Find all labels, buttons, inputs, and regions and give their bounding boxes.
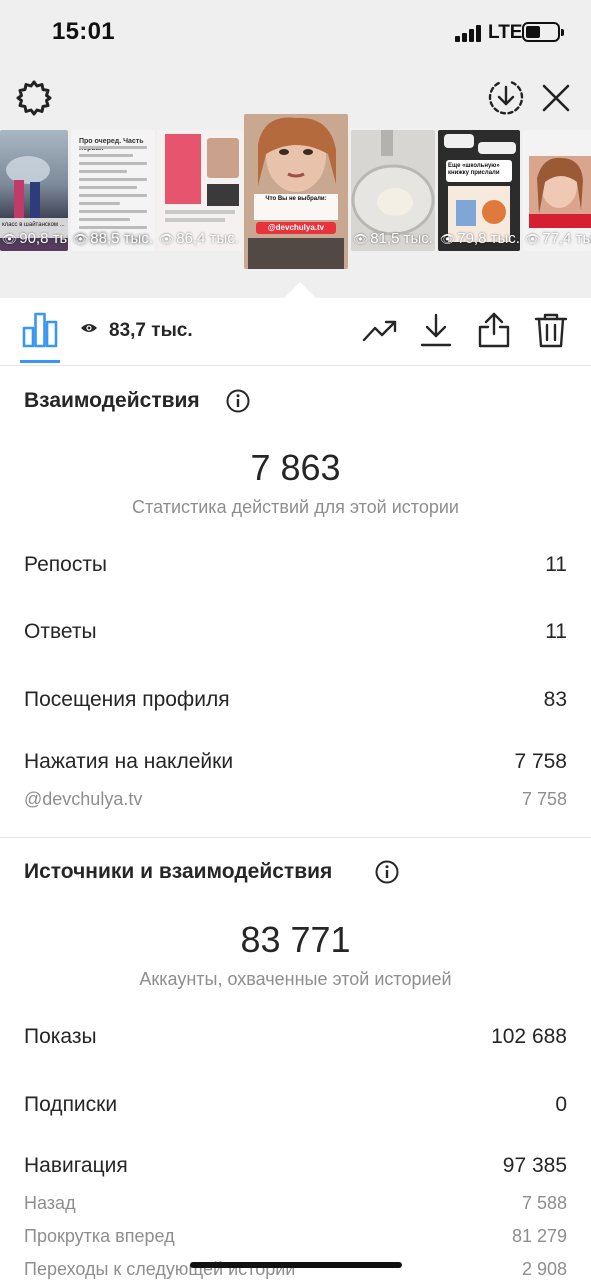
download-button[interactable]	[418, 312, 454, 348]
story-carousel-area: 15:01 LTE класс в шайтанском ... 👁 90,8 …	[0, 0, 591, 298]
stat-label: Навигация	[24, 1154, 128, 1177]
story-thumbnail[interactable]: 👁 81,5 тыс.	[351, 130, 435, 251]
story-thumbnail[interactable]: класс в шайтанском ... 👁90,8 тыс.	[0, 130, 68, 251]
view-count: 83,7 тыс.	[109, 320, 193, 341]
stat-row-replies: Ответы 11	[24, 620, 567, 650]
section-divider	[0, 837, 591, 838]
stat-label: Назад	[24, 1193, 76, 1213]
gear-icon	[16, 80, 52, 116]
home-indicator[interactable]	[190, 1262, 402, 1268]
stat-row-profile-visits: Посещения профиля 83	[24, 688, 567, 718]
info-icon[interactable]	[375, 860, 399, 884]
stat-value: 2 908	[521, 1259, 567, 1279]
reach-total: 83 771	[240, 919, 351, 960]
thumbnail-caption: класс в шайтанском ...	[2, 222, 65, 228]
stat-row-follows: Подписки 0	[24, 1093, 567, 1123]
settings-button[interactable]	[14, 78, 54, 118]
signal-icon	[455, 24, 483, 42]
bar-chart-icon	[22, 312, 58, 348]
stat-row-impressions: Показы 102 688	[24, 1025, 567, 1055]
stat-label: Нажатия на наклейки	[24, 750, 234, 773]
stat-value: 7 588	[521, 1193, 567, 1213]
story-thumbnail[interactable]: 👁 86,4 тыс.	[157, 130, 242, 251]
stat-label: Посещения профиля	[24, 688, 230, 711]
stat-label: Прокрутка вперед	[24, 1226, 175, 1246]
stat-value: 11	[545, 553, 567, 576]
thumbnail-views: 👁 79,8 тыс.	[440, 230, 520, 247]
trending-up-icon	[362, 320, 397, 342]
stat-label: @devchulya.tv	[24, 789, 143, 809]
thumbnail-caption: Еще «школьную» книжку прислали	[448, 163, 500, 176]
stat-value: 0	[555, 1093, 567, 1116]
thumbnail-views: 👁77,4 тыс.	[525, 230, 591, 247]
delete-button[interactable]	[533, 312, 569, 348]
stat-row-sticker-taps: Нажатия на наклейки 7 758	[24, 750, 567, 780]
thumbnail-views: 👁90,8 тыс.	[2, 230, 68, 247]
reach-caption: Аккаунты, охваченные этой историей	[139, 969, 452, 989]
stat-value: 81 279	[511, 1226, 567, 1246]
close-button[interactable]	[538, 80, 574, 116]
story-image	[244, 114, 348, 269]
story-thumbnail[interactable]: 👁77,4 тыс.	[523, 130, 591, 251]
eye-icon	[81, 324, 97, 332]
stat-value: 7 758	[521, 789, 567, 809]
interactions-caption: Статистика действий для этой истории	[132, 497, 459, 517]
stat-row-navigation: Навигация 97 385	[24, 1154, 567, 1184]
stat-label: Ответы	[24, 620, 97, 643]
selection-pointer	[284, 282, 316, 298]
insights-toolbar: 83,7 тыс.	[0, 298, 591, 366]
stat-label: Показы	[24, 1025, 97, 1048]
share-icon	[478, 312, 510, 348]
stat-row-reposts: Репосты 11	[24, 553, 567, 583]
stat-value: 102 688	[491, 1025, 567, 1048]
download-icon	[420, 313, 452, 347]
stat-label: Подписки	[24, 1093, 118, 1116]
stat-value: 11	[545, 620, 567, 643]
network-type: LTE	[488, 22, 523, 43]
promote-button[interactable]	[362, 312, 398, 348]
stat-value: 83	[543, 688, 567, 711]
thumbnail-views: 👁 81,5 тыс.	[353, 230, 433, 247]
close-icon	[542, 84, 570, 112]
interactions-title: Взаимодействия	[24, 389, 200, 412]
active-tab-indicator	[20, 360, 60, 363]
stat-value: 97 385	[502, 1154, 567, 1177]
thumbnail-caption: Что Вы не выбрали:	[265, 196, 327, 202]
discovery-title: Источники и взаимодействия	[24, 860, 333, 883]
story-thumbnail[interactable]: Еще «школьную» книжку прислали 👁 79,8 тыс…	[438, 130, 520, 251]
share-button[interactable]	[476, 312, 512, 348]
trash-icon	[534, 313, 568, 348]
story-thumbnail-selected[interactable]: Что Вы не выбрали: @devchulya.tv	[244, 114, 348, 269]
save-story-button[interactable]	[486, 77, 526, 117]
thumbnail-text	[79, 146, 147, 234]
story-thumbnail[interactable]: Про очеред. Часть первая 👁88,5 тыс.	[71, 130, 155, 251]
status-time: 15:01	[52, 18, 115, 45]
stat-subrow-back: Назад 7 588	[24, 1193, 567, 1223]
download-circle-icon	[488, 81, 524, 115]
info-icon[interactable]	[226, 389, 250, 413]
thumbnail-views: 👁 88,5 тыс.	[73, 230, 153, 247]
thumbnail-views: 👁 86,4 тыс.	[159, 230, 239, 247]
stat-subrow-mention: @devchulya.tv 7 758	[24, 789, 567, 819]
stat-subrow-forward: Прокрутка вперед 81 279	[24, 1226, 567, 1256]
stat-label: Репосты	[24, 553, 108, 576]
interactions-total: 7 863	[250, 447, 341, 488]
stat-value: 7 758	[514, 750, 567, 773]
insights-tab[interactable]	[20, 310, 60, 350]
status-bar: 15:01 LTE	[0, 0, 591, 64]
battery-icon	[522, 22, 564, 42]
thumbnail-sticker: @devchulya.tv	[267, 223, 325, 232]
